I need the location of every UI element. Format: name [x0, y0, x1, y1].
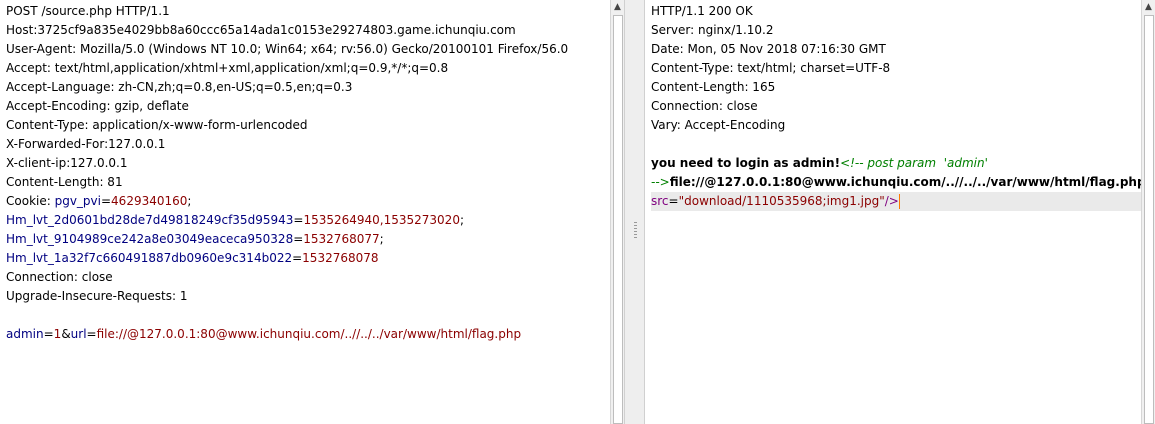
editor-line: User-Agent: Mozilla/5.0 (Windows NT 10.0…: [6, 40, 610, 59]
token-name: url: [70, 327, 87, 341]
token-comment: -->: [651, 175, 670, 189]
editor-line: Server: nginx/1.10.2: [651, 21, 1155, 40]
divider-grip-icon[interactable]: [634, 222, 637, 238]
token-value: 1532768078: [302, 251, 379, 265]
editor-line: Content-Type: text/html; charset=UTF-8: [651, 59, 1155, 78]
token-plain: Accept-Encoding: gzip, deflate: [6, 99, 189, 113]
scroll-up-arrow-icon[interactable]: ▲: [1142, 0, 1155, 15]
token-plain: =: [668, 194, 679, 208]
token-plain: &: [61, 327, 71, 341]
token-plain: Upgrade-Insecure-Requests: 1: [6, 289, 188, 303]
token-plain: ;: [187, 194, 192, 208]
token-value: 1535264940,1535273020: [303, 213, 460, 227]
editor-line: src="download/1110535968;img1.jpg"/>: [651, 192, 1155, 211]
editor-line: Hm_lvt_9104989ce242a8e03049eaceca950328=…: [6, 230, 610, 249]
editor-line: Accept-Encoding: gzip, deflate: [6, 97, 610, 116]
request-scrollbar[interactable]: ▲: [610, 0, 624, 424]
editor-line: Connection: close: [6, 268, 610, 287]
token-comment: <!-- post param 'admin': [840, 156, 988, 170]
request-text[interactable]: POST /source.php HTTP/1.1 Host:3725cf9a83…: [6, 2, 610, 344]
token-plain: =: [293, 213, 304, 227]
token-plain: Content-Length: 165: [651, 80, 776, 94]
editor-line: Upgrade-Insecure-Requests: 1: [6, 287, 610, 306]
token-plain: =: [43, 327, 54, 341]
token-plain: Date: Mon, 05 Nov 2018 07:16:30 GMT: [651, 42, 886, 56]
token-name: Hm_lvt_9104989ce242a8e03049eaceca950328: [6, 232, 294, 246]
token-name: admin: [6, 327, 44, 341]
token-plain: Vary: Accept-Encoding: [651, 118, 786, 132]
editor-line: -->file://@127.0.0.1:80@www.ichunqiu.com…: [651, 173, 1155, 192]
response-scrollbar[interactable]: ▲: [1141, 0, 1155, 424]
token-plain: Connection: close: [6, 270, 113, 284]
token-plain: User-Agent: Mozilla/5.0 (Windows NT 10.0…: [6, 42, 569, 56]
token-plain: Accept: text/html,application/xhtml+xml,…: [6, 61, 449, 75]
editor-line: Content-Length: 81: [6, 173, 610, 192]
token-plain: POST /source.php HTTP/1.1: [6, 4, 170, 18]
token-bold: you need to login as admin!: [651, 156, 841, 170]
editor-line: you need to login as admin!<!-- post par…: [651, 154, 1155, 173]
token-tag: src: [651, 194, 669, 208]
split-divider[interactable]: [624, 0, 645, 424]
editor-line: HTTP/1.1 200 OK: [651, 2, 1155, 21]
token-value: 1532768077: [303, 232, 380, 246]
editor-line: Connection: close: [651, 97, 1155, 116]
token-plain: Content-Type: application/x-www-form-url…: [6, 118, 308, 132]
token-plain: ;: [459, 213, 464, 227]
token-plain: Accept-Language: zh-CN,zh;q=0.8,en-US;q=…: [6, 80, 353, 94]
token-value: 4629340160: [111, 194, 188, 208]
editor-line: Hm_lvt_1a32f7c660491887db0960e9c314b022=…: [6, 249, 610, 268]
token-bold: file://@127.0.0.1:80@www.ichunqiu.com/..…: [669, 175, 1146, 189]
response-editor[interactable]: HTTP/1.1 200 OK Server: nginx/1.10.2 Date:…: [645, 0, 1155, 424]
editor-line: POST /source.php HTTP/1.1: [6, 2, 610, 21]
token-plain: Content-Type: text/html; charset=UTF-8: [651, 61, 891, 75]
token-plain: ;: [379, 232, 384, 246]
token-tag: />: [884, 194, 899, 208]
token-plain: =: [293, 232, 304, 246]
token-plain: X-client-ip:127.0.0.1: [6, 156, 128, 170]
token-plain: X-Forwarded-For:127.0.0.1: [6, 137, 166, 151]
editor-line: admin=1&url=file://@127.0.0.1:80@www.ich…: [6, 325, 610, 344]
token-plain: =: [292, 251, 303, 265]
token-attrval: "download/1110535968;img1.jpg": [678, 194, 885, 208]
token-plain: Server: nginx/1.10.2: [651, 23, 774, 37]
token-name: Hm_lvt_1a32f7c660491887db0960e9c314b022: [6, 251, 293, 265]
editor-line: X-client-ip:127.0.0.1: [6, 154, 610, 173]
token-plain: Connection: close: [651, 99, 758, 113]
editor-line: Content-Length: 165: [651, 78, 1155, 97]
editor-line: Cookie: pgv_pvi=4629340160;: [6, 192, 610, 211]
scroll-thumb[interactable]: [1144, 15, 1154, 424]
editor-line: Date: Mon, 05 Nov 2018 07:16:30 GMT: [651, 40, 1155, 59]
token-plain: Content-Length: 81: [6, 175, 123, 189]
token-plain: Host:3725cf9a835e4029bb8a60ccc65a14ada1c…: [6, 23, 516, 37]
token-plain: =: [100, 194, 112, 208]
editor-line: X-Forwarded-For:127.0.0.1: [6, 135, 610, 154]
editor-line: Vary: Accept-Encoding: [651, 116, 1155, 135]
token-plain: =: [86, 327, 97, 341]
token-plain: HTTP/1.1 200 OK: [651, 4, 753, 18]
scroll-up-arrow-icon[interactable]: ▲: [611, 0, 624, 15]
token-plain: Cookie:: [6, 194, 55, 208]
request-editor[interactable]: POST /source.php HTTP/1.1 Host:3725cf9a83…: [0, 0, 610, 424]
token-value: file://@127.0.0.1:80@www.ichunqiu.com/..…: [96, 327, 522, 341]
editor-line: Accept: text/html,application/xhtml+xml,…: [6, 59, 610, 78]
text-caret: [898, 194, 900, 209]
scroll-thumb[interactable]: [613, 15, 623, 424]
token-name: pgv_pvi: [54, 194, 101, 208]
editor-line: Host:3725cf9a835e4029bb8a60ccc65a14ada1c…: [6, 21, 610, 40]
editor-line: Content-Type: application/x-www-form-url…: [6, 116, 610, 135]
editor-line: Accept-Language: zh-CN,zh;q=0.8,en-US;q=…: [6, 78, 610, 97]
response-text[interactable]: HTTP/1.1 200 OK Server: nginx/1.10.2 Date:…: [651, 2, 1155, 211]
editor-line: Hm_lvt_2d0601bd28de7d49818249cf35d95943=…: [6, 211, 610, 230]
token-name: Hm_lvt_2d0601bd28de7d49818249cf35d95943: [6, 213, 294, 227]
